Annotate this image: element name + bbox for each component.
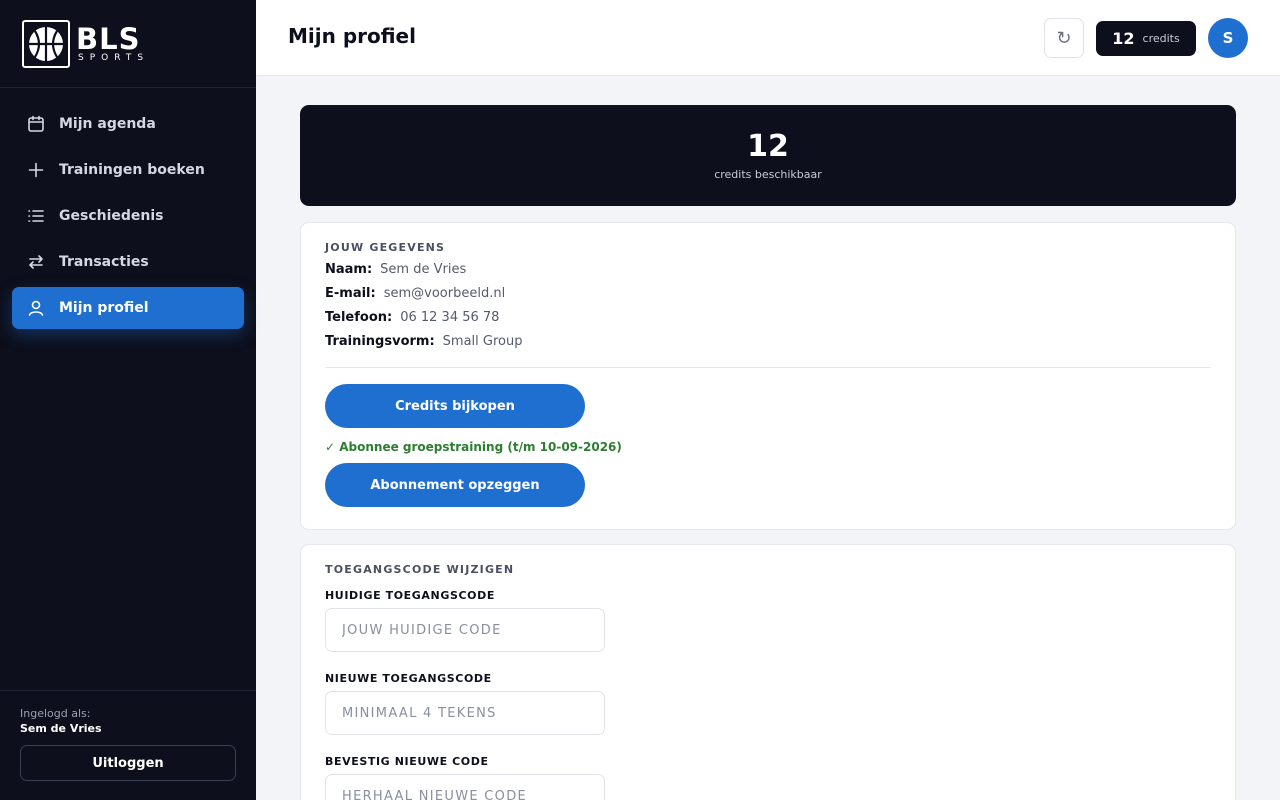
sidebar-item-label: Trainingen boeken bbox=[59, 162, 205, 178]
basketball-icon bbox=[22, 19, 70, 68]
sidebar-item-transacties[interactable]: Transacties bbox=[12, 241, 244, 283]
credits-summary-card: 12 credits beschikbaar bbox=[300, 105, 1236, 206]
page-title: Mijn profiel bbox=[288, 24, 416, 48]
section-title: TOEGANGSCODE WIJZIGEN bbox=[325, 563, 515, 576]
field-value: Sem de Vries bbox=[380, 262, 467, 277]
brand-logo[interactable]: BLS SPORTS bbox=[0, 0, 256, 88]
confirm-code-input[interactable] bbox=[325, 774, 605, 800]
profile-row-training-type: Trainingsvorm: Small Group bbox=[325, 334, 1211, 350]
plus-icon bbox=[28, 162, 44, 178]
sidebar-footer: Ingelogd als: Sem de Vries Uitloggen bbox=[0, 690, 256, 800]
credits-badge: 12 credits bbox=[1096, 21, 1196, 56]
profile-row-phone: Telefoon: 06 12 34 56 78 bbox=[325, 310, 1211, 326]
logged-in-user: Sem de Vries bbox=[20, 722, 102, 735]
sidebar-item-trainingen-boeken[interactable]: Trainingen boeken bbox=[12, 149, 244, 191]
list-icon bbox=[28, 210, 44, 222]
credits-available-label: credits beschikbaar bbox=[714, 168, 822, 181]
avatar[interactable]: S bbox=[1208, 18, 1248, 58]
logged-in-label: Ingelogd als: bbox=[20, 707, 91, 720]
sidebar-item-label: Geschiedenis bbox=[59, 208, 164, 224]
subscription-status: ✓ Abonnee groepstraining (t/m 10-09-2026… bbox=[325, 440, 622, 454]
profile-row-name: Naam: Sem de Vries bbox=[325, 262, 1211, 278]
refresh-button[interactable]: ↻ bbox=[1044, 18, 1084, 58]
sidebar-item-mijn-profiel[interactable]: Mijn profiel bbox=[12, 287, 244, 329]
section-title: JOUW GEGEVENS bbox=[325, 241, 446, 254]
access-code-card: TOEGANGSCODE WIJZIGEN HUIDIGE TOEGANGSCO… bbox=[300, 544, 1236, 800]
sidebar-item-label: Mijn profiel bbox=[59, 300, 149, 316]
field-value: Small Group bbox=[442, 334, 523, 349]
sidebar-item-geschiedenis[interactable]: Geschiedenis bbox=[12, 195, 244, 237]
sidebar-item-label: Transacties bbox=[59, 254, 149, 270]
current-code-label: HUIDIGE TOEGANGSCODE bbox=[325, 589, 495, 602]
brand-subtitle: SPORTS bbox=[78, 52, 150, 63]
top-header: Mijn profiel ↻ 12 credits S bbox=[256, 0, 1280, 76]
arrows-swap-icon bbox=[29, 255, 43, 269]
field-key: Trainingsvorm: bbox=[325, 334, 435, 349]
field-key: Naam: bbox=[325, 262, 373, 277]
divider bbox=[325, 367, 1211, 368]
user-icon bbox=[28, 300, 44, 316]
calendar-icon bbox=[28, 115, 44, 132]
profile-row-email: E-mail: sem@voorbeeld.nl bbox=[325, 286, 1211, 302]
logout-button[interactable]: Uitloggen bbox=[20, 745, 236, 781]
buy-credits-button[interactable]: Credits bijkopen bbox=[325, 384, 585, 428]
field-key: Telefoon: bbox=[325, 310, 393, 325]
new-code-label: NIEUWE TOEGANGSCODE bbox=[325, 672, 492, 685]
field-key: E-mail: bbox=[325, 286, 376, 301]
refresh-icon: ↻ bbox=[1056, 27, 1072, 48]
brand-title: BLS bbox=[76, 21, 141, 56]
credits-label: credits bbox=[1142, 32, 1180, 45]
credits-available-count: 12 bbox=[747, 129, 789, 164]
cancel-subscription-button[interactable]: Abonnement opzeggen bbox=[325, 463, 585, 507]
sidebar-item-mijn-agenda[interactable]: Mijn agenda bbox=[12, 103, 244, 145]
field-value: 06 12 34 56 78 bbox=[400, 310, 500, 325]
new-code-input[interactable] bbox=[325, 691, 605, 735]
sidebar-nav: Mijn agenda Trainingen boeken Geschieden… bbox=[0, 88, 256, 329]
confirm-code-label: BEVESTIG NIEUWE CODE bbox=[325, 755, 489, 768]
current-code-input[interactable] bbox=[325, 608, 605, 652]
field-value: sem@voorbeeld.nl bbox=[383, 286, 506, 301]
sidebar-item-label: Mijn agenda bbox=[59, 116, 156, 132]
credits-count: 12 bbox=[1112, 29, 1135, 48]
sidebar: BLS SPORTS Mijn agenda Trainingen boeken… bbox=[0, 0, 256, 800]
profile-details-card: JOUW GEGEVENS Naam: Sem de Vries E-mail: s… bbox=[300, 222, 1236, 530]
